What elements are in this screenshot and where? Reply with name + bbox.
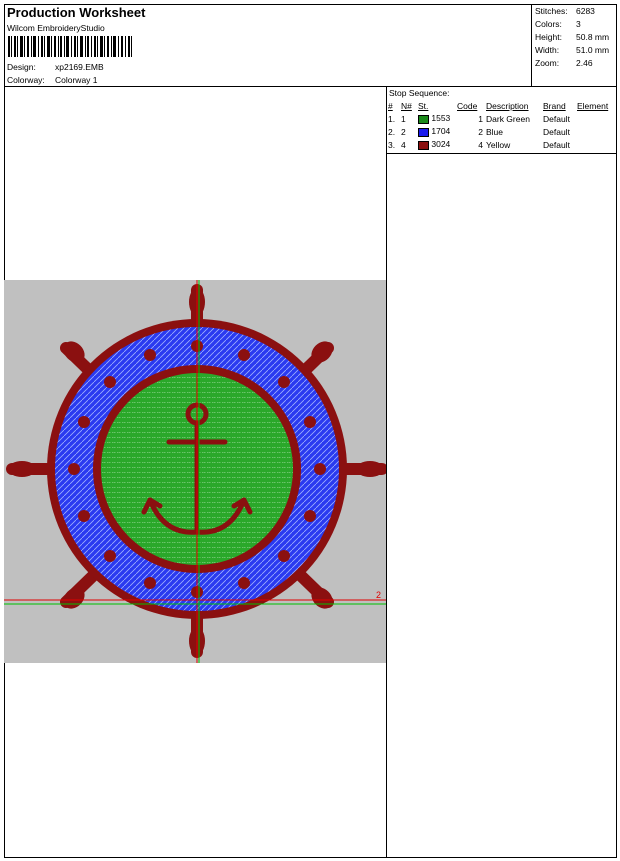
zoom-value: 2.46 — [576, 58, 593, 68]
col-header-num: # — [388, 101, 393, 111]
table-row: 2. 2 1704 2 Blue Default — [388, 125, 611, 138]
width-label: Width: — [535, 45, 560, 55]
row-n: 1 — [401, 113, 406, 124]
embroidery-design-preview: 2 — [4, 280, 386, 663]
colorway-info: Colorway: Colorway 1 — [7, 75, 98, 85]
row-num: 1. — [388, 113, 396, 124]
barcode — [8, 36, 132, 57]
height-label: Height: — [535, 32, 562, 42]
row-brand: Default — [543, 126, 570, 137]
row-code: 1 — [478, 113, 483, 124]
color-swatch — [418, 140, 429, 150]
row-element — [577, 112, 611, 125]
stitches-label: Stitches: — [535, 6, 568, 16]
width-value: 51.0 mm — [576, 45, 610, 55]
col-header-description: Description — [486, 101, 529, 111]
row-n: 4 — [401, 139, 406, 150]
col-header-code: Code — [457, 101, 478, 111]
stop-sequence-divider — [387, 153, 617, 154]
software-name: Wilcom EmbroideryStudio — [7, 23, 105, 33]
row-code: 2 — [478, 126, 483, 137]
colors-value: 3 — [576, 19, 581, 29]
row-n: 2 — [401, 126, 406, 137]
colorway-label: Colorway: — [7, 75, 45, 85]
row-brand: Default — [543, 113, 570, 124]
design-label: Design: — [7, 62, 36, 72]
stop-sequence-title: Stop Sequence: — [389, 88, 450, 98]
row-st: 1553 — [431, 113, 451, 124]
table-row: 1. 1 1553 1 Dark Green Default — [388, 112, 611, 125]
row-description: Yellow — [486, 139, 511, 150]
stop-sequence-header-row: # N# St. Code Description Brand Element — [388, 100, 611, 112]
row-element — [577, 125, 611, 138]
row-brand: Default — [543, 139, 570, 150]
color-swatch — [418, 127, 429, 137]
row-num: 3. — [388, 139, 396, 150]
design-info: Design: xp2169.EMB — [7, 62, 104, 72]
page-title: Production Worksheet — [7, 5, 146, 20]
table-row: 3. 4 3024 4 Yellow Default — [388, 138, 611, 151]
color-swatch — [418, 114, 429, 124]
row-description: Blue — [486, 126, 504, 137]
zoom-label: Zoom: — [535, 58, 560, 68]
design-stats: Stitches: 6283 Colors: 3 Height: 50.8 mm Wi… — [535, 5, 609, 70]
colorway-value: Colorway 1 — [55, 75, 98, 85]
header-stats-divider — [531, 4, 532, 86]
design-value: xp2169.EMB — [55, 62, 104, 72]
row-num: 2. — [388, 126, 396, 137]
guide-marker-label: 2 — [376, 590, 381, 600]
height-value: 50.8 mm — [576, 32, 610, 42]
stop-sequence-table: # N# St. Code Description Brand Element … — [388, 100, 611, 151]
row-element — [577, 138, 611, 151]
col-header-brand: Brand — [543, 101, 566, 111]
row-description: Dark Green — [486, 113, 530, 124]
col-header-n: N# — [401, 101, 412, 111]
main-divider — [386, 86, 387, 858]
row-code: 4 — [478, 139, 483, 150]
row-st: 3024 — [431, 139, 451, 150]
header-divider — [4, 86, 617, 87]
colors-label: Colors: — [535, 19, 562, 29]
col-header-st: St. — [418, 101, 429, 111]
col-header-element: Element — [577, 101, 609, 111]
stitches-value: 6283 — [576, 6, 595, 16]
row-st: 1704 — [431, 126, 451, 137]
